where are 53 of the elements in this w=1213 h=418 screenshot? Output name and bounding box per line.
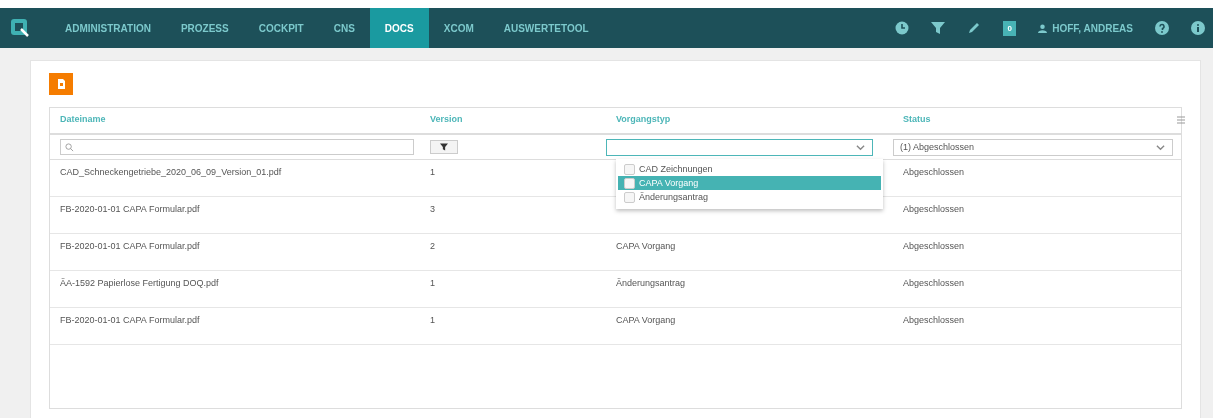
info-icon[interactable] (1191, 21, 1205, 35)
dropdown-option[interactable]: Änderungsantrag (618, 190, 881, 204)
table-cell-text: FB-2020-01-01 CAPA Formular.pdf (59, 241, 201, 251)
nav-tab[interactable]: XCOM (428, 8, 489, 48)
count-badge: 0 (1003, 20, 1017, 36)
dropdown-option[interactable]: CAD Zeichnungen (618, 162, 881, 176)
table-cell-text: 1 (429, 315, 436, 325)
table-cell-text: Änderungsantrag (615, 278, 687, 288)
help-icon[interactable] (1155, 21, 1169, 35)
checkbox[interactable] (624, 163, 635, 175)
user-icon (1038, 23, 1048, 33)
chevron-down-icon (856, 142, 865, 152)
table-cell-text: FB-2020-01-01 CAPA Formular.pdf (59, 204, 201, 214)
checkbox[interactable] (624, 191, 635, 203)
table-cell-text: Abgeschlossen (902, 278, 966, 288)
table-cell-text: 2 (429, 241, 436, 251)
filter-button[interactable] (430, 140, 458, 154)
column-header[interactable]: Dateiname (50, 114, 420, 124)
table-cell-text: Abgeschlossen (902, 167, 966, 177)
column-header[interactable]: Vorgangstyp (606, 114, 893, 124)
dropdown-option[interactable]: CAPA Vorgang (618, 176, 881, 190)
nav-tab[interactable]: COCKPIT (243, 8, 319, 48)
table-cell-text: CAPA Vorgang (615, 315, 677, 325)
chevron-down-icon (1156, 142, 1165, 152)
user-menu[interactable]: HOFF, ANDREAS (1038, 22, 1133, 34)
table-cell-text: 1 (429, 278, 436, 288)
clock-icon[interactable] (895, 21, 910, 35)
table-cell-text: Abgeschlossen (902, 204, 966, 214)
column-header[interactable]: Version (420, 114, 606, 124)
table-cell-text: FB-2020-01-01 CAPA Formular.pdf (59, 315, 201, 325)
table-cell-text: CAD_Schneckengetriebe_2020_06_09_Version_01.pdf (59, 167, 283, 177)
logo-icon[interactable] (10, 18, 30, 38)
table-cell-text: 1 (429, 167, 436, 177)
nav-tab[interactable]: DOCS (369, 8, 429, 48)
nav-tab[interactable]: AUSWERTETOOL (488, 8, 604, 48)
nav-tab[interactable]: PROZESS (165, 8, 244, 48)
column-header[interactable]: Status (893, 114, 1181, 124)
search-field[interactable] (60, 139, 414, 155)
table-cell-text: Abgeschlossen (902, 315, 966, 325)
filter-icon[interactable] (931, 21, 946, 35)
status-select[interactable]: (1) Abgeschlossen (893, 138, 1173, 156)
table-cell-text: ÄA-1592 Papierlose Fertigung DOQ.pdf (59, 278, 220, 288)
filter-icon (440, 143, 448, 151)
search-icon (65, 142, 74, 152)
table-cell-text: Abgeschlossen (902, 241, 966, 251)
nav-tab[interactable]: CNS (318, 8, 370, 48)
nav-tab[interactable]: ADMINISTRATION (50, 8, 166, 48)
checkbox[interactable] (624, 177, 635, 189)
pencil-icon[interactable] (967, 21, 982, 35)
table-cell-text: 3 (429, 204, 436, 214)
export-button[interactable] (49, 73, 73, 95)
document-icon (56, 79, 66, 89)
table-cell-text: CAPA Vorgang (615, 241, 677, 251)
